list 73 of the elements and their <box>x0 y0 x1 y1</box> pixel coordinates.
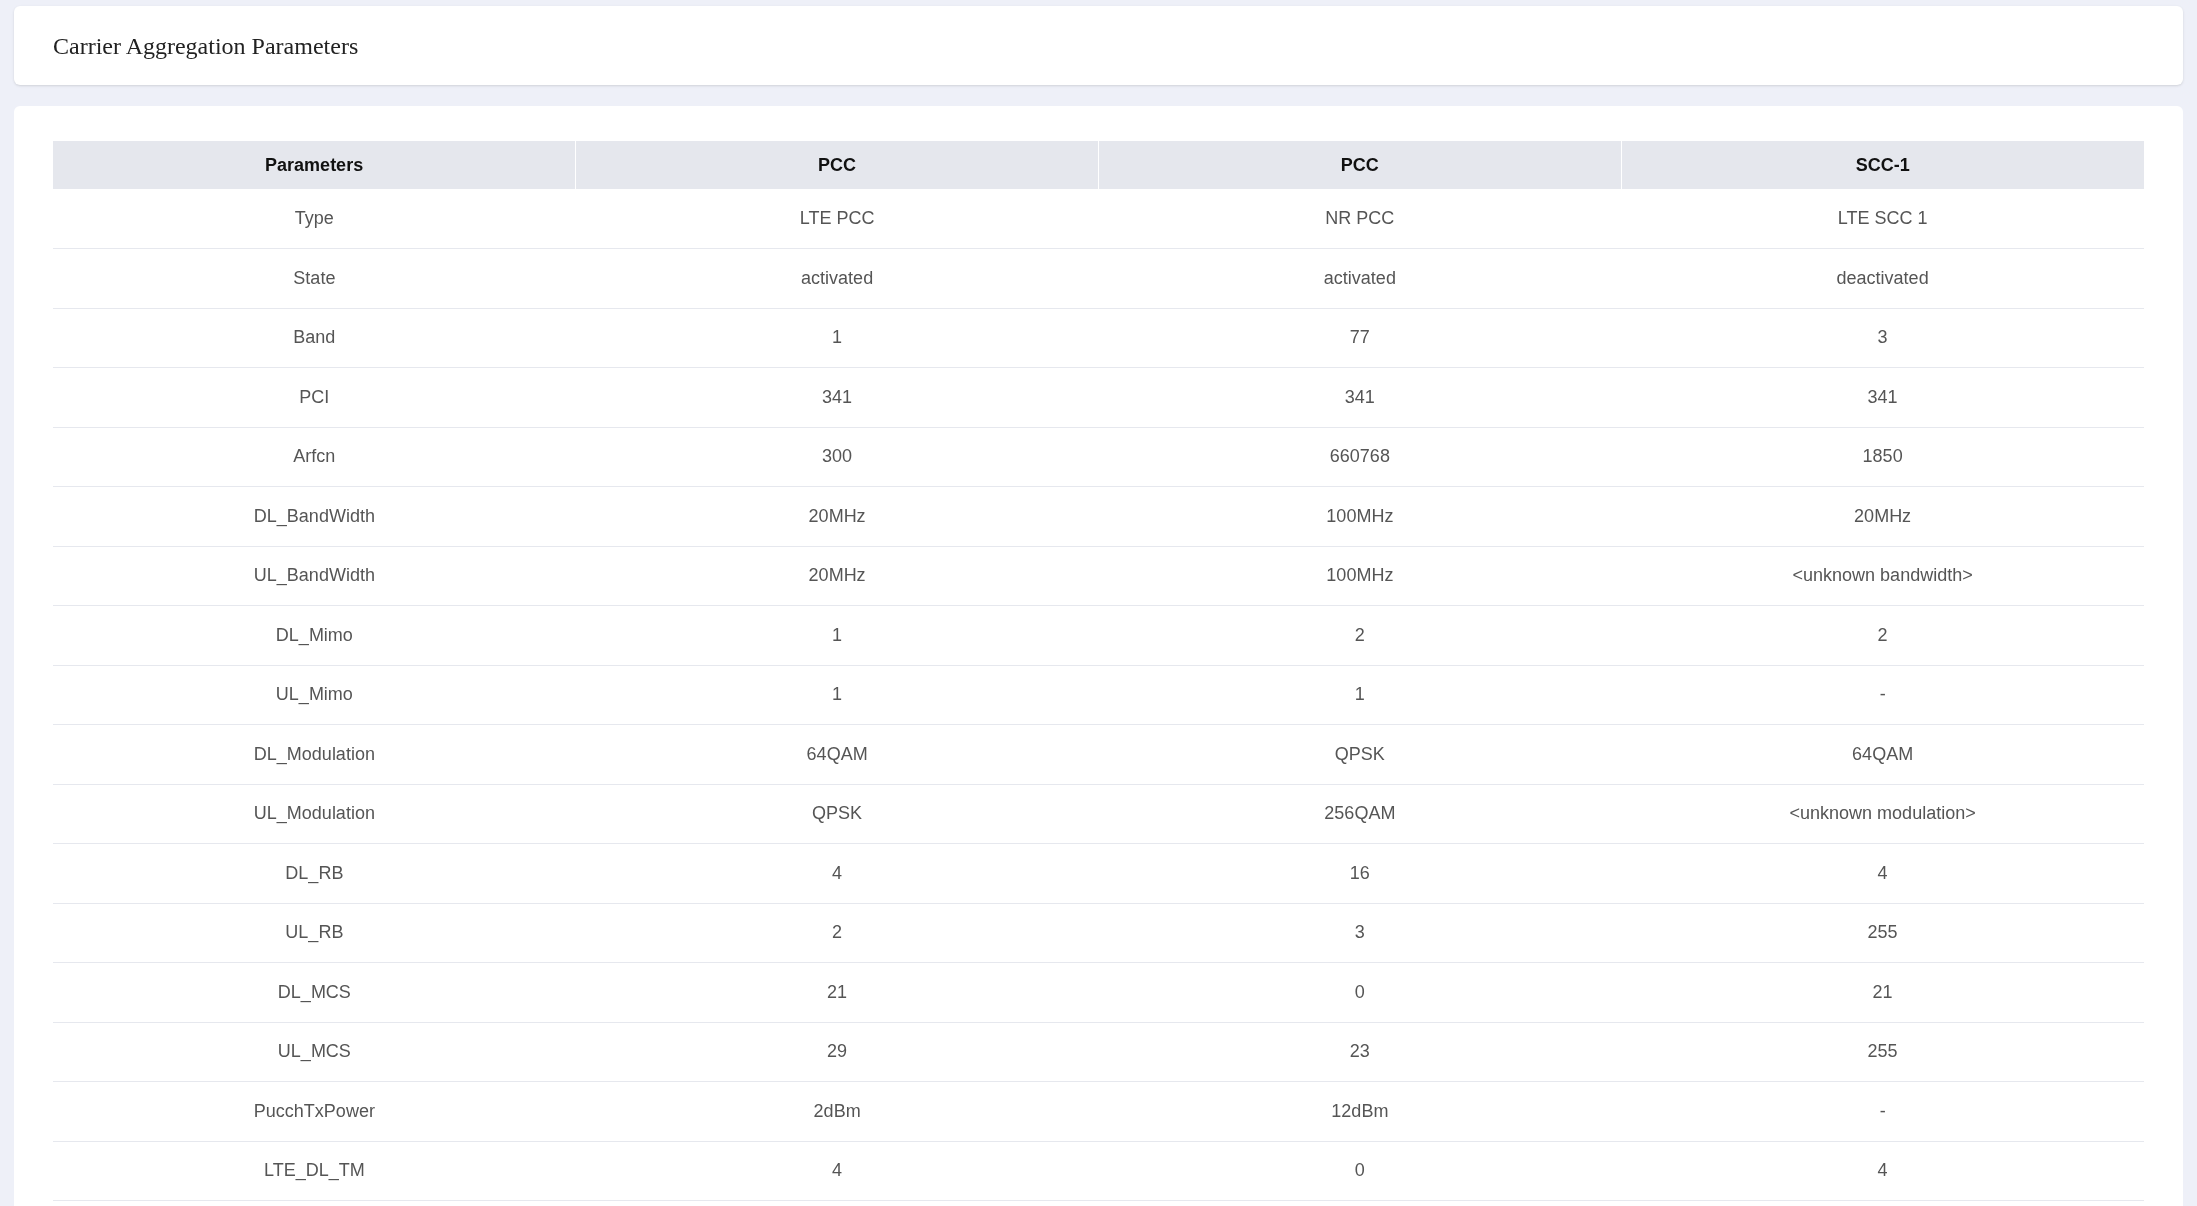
table-cell: 660768 <box>1098 427 1622 487</box>
table-cell: DL_BandWidth <box>53 486 576 546</box>
table-cell: DL_MCS <box>53 962 576 1022</box>
table-cell: <unknown bandwidth> <box>1621 546 2144 606</box>
table-cell: Band <box>53 308 576 368</box>
table-cell: 2 <box>1621 605 2144 665</box>
table-cell: 12dBm <box>1098 1081 1622 1141</box>
table-cell: activated <box>575 248 1099 308</box>
table-cell: 23 <box>1098 1022 1622 1082</box>
table-cell: 20MHz <box>575 486 1099 546</box>
table-cell: - <box>1621 665 2144 725</box>
table-cell: 1850 <box>1621 427 2144 487</box>
table-cell: 341 <box>575 367 1099 427</box>
table-cell: 255 <box>1621 1022 2144 1082</box>
table-cell: 3 <box>1621 308 2144 368</box>
table-cell: DL_RB <box>53 843 576 903</box>
table-cell: LTE PCC <box>575 189 1099 249</box>
table-cell: 20MHz <box>1621 486 2144 546</box>
table-cell: 2 <box>1098 605 1622 665</box>
table-cell: 4 <box>1621 1141 2144 1201</box>
table-cell: 21 <box>575 962 1099 1022</box>
column-header: PCC <box>1098 141 1622 189</box>
table-cell: 1 <box>575 308 1099 368</box>
table-cell: DL_Mimo <box>53 605 576 665</box>
table-cell: activated <box>1098 248 1622 308</box>
table-cell: UL_Mimo <box>53 665 576 725</box>
table-cell: 256QAM <box>1098 784 1622 844</box>
table-cell: 1 <box>1098 665 1622 725</box>
table-cell: LTE SCC 1 <box>1621 189 2144 249</box>
table-cell: 16 <box>1098 843 1622 903</box>
table-cell: 255 <box>1621 903 2144 963</box>
table-cell: QPSK <box>575 784 1099 844</box>
table-cell: 20MHz <box>575 546 1099 606</box>
table-cell: deactivated <box>1621 248 2144 308</box>
table-cell: PCI <box>53 367 576 427</box>
column-header: Parameters <box>53 141 576 189</box>
table-cell: 100MHz <box>1098 486 1622 546</box>
table-cell: DL_Modulation <box>53 724 576 784</box>
table-cell: - <box>1621 1081 2144 1141</box>
table-cell: 29 <box>575 1022 1099 1082</box>
table-cell: Arfcn <box>53 427 576 487</box>
table-cell: LTE_DL_TM <box>53 1141 576 1201</box>
table-cell: State <box>53 248 576 308</box>
table-cell: 341 <box>1098 367 1622 427</box>
table-cell: 0 <box>1098 1141 1622 1201</box>
table-cell: 300 <box>575 427 1099 487</box>
table-cell: 4 <box>575 843 1099 903</box>
table-cell: 77 <box>1098 308 1622 368</box>
table-cell: 4 <box>575 1141 1099 1201</box>
table-cell: UL_Modulation <box>53 784 576 844</box>
table-cell: 3 <box>1098 903 1622 963</box>
table-cell: 1 <box>575 665 1099 725</box>
table-cell: 0 <box>1098 962 1622 1022</box>
table-cell: Type <box>53 189 576 249</box>
table-cell: 4 <box>1621 843 2144 903</box>
column-header: PCC <box>575 141 1099 189</box>
table-cell: UL_MCS <box>53 1022 576 1082</box>
table-cell: 21 <box>1621 962 2144 1022</box>
table-cell: 2 <box>575 903 1099 963</box>
table-cell: UL_BandWidth <box>53 546 576 606</box>
table-cell: PucchTxPower <box>53 1081 576 1141</box>
table-cell: 64QAM <box>1621 724 2144 784</box>
table-cell: UL_RB <box>53 903 576 963</box>
table-cell: NR PCC <box>1098 189 1622 249</box>
table-cell: 2dBm <box>575 1081 1099 1141</box>
table-cell: <unknown modulation> <box>1621 784 2144 844</box>
table-cell: 1 <box>575 605 1099 665</box>
table-cell: 100MHz <box>1098 546 1622 606</box>
table-cell: 341 <box>1621 367 2144 427</box>
table-cell: QPSK <box>1098 724 1622 784</box>
page-title: Carrier Aggregation Parameters <box>53 31 359 61</box>
column-header: SCC-1 <box>1621 141 2144 189</box>
table-cell: 64QAM <box>575 724 1099 784</box>
